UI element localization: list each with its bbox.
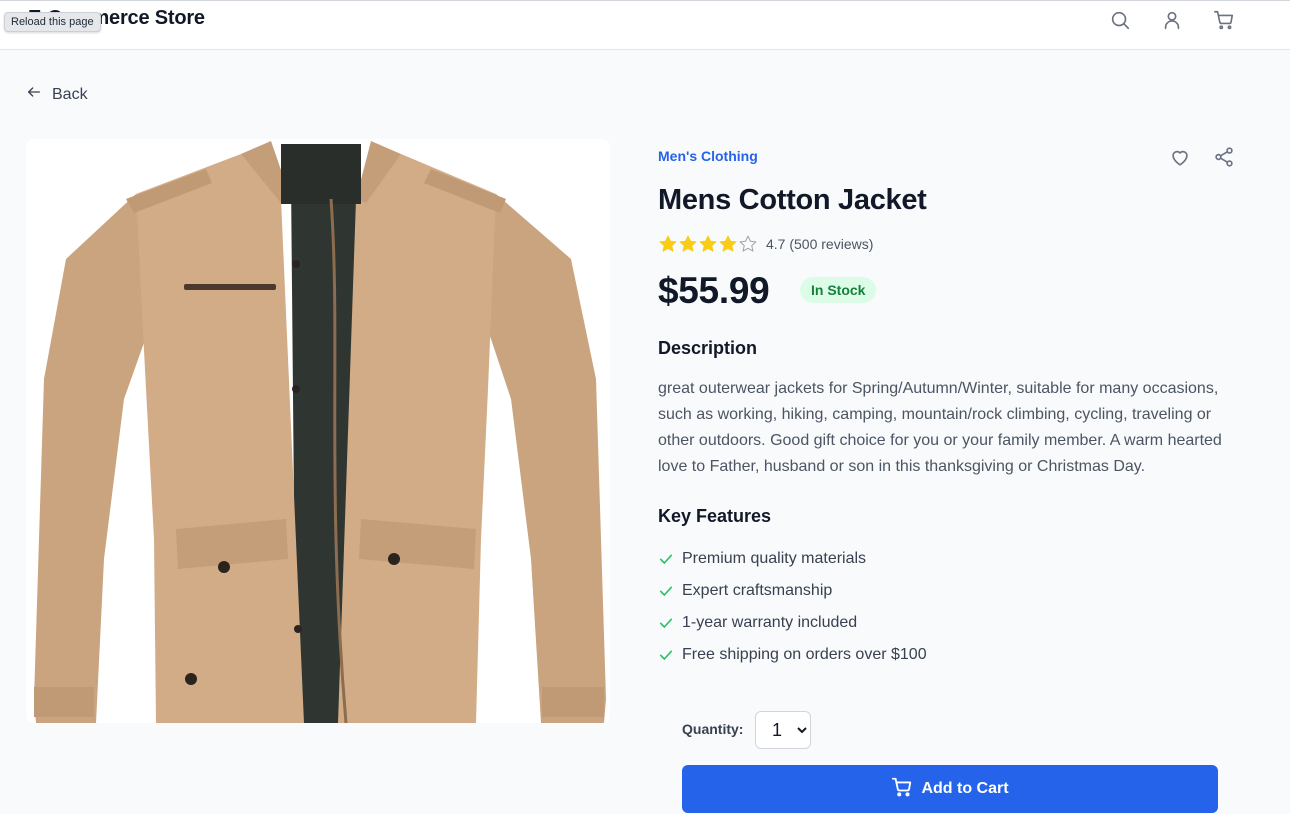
star-filled-icon bbox=[678, 234, 698, 254]
check-icon bbox=[658, 583, 674, 599]
quantity-label: Quantity: bbox=[682, 721, 744, 737]
add-to-cart-button[interactable]: Add to Cart bbox=[682, 765, 1218, 813]
star-empty-icon bbox=[738, 234, 758, 254]
cart-icon bbox=[891, 776, 913, 803]
cart-icon[interactable] bbox=[1213, 9, 1235, 31]
check-icon bbox=[658, 551, 674, 567]
key-features-heading: Key Features bbox=[658, 506, 772, 526]
top-navbar: E-Commerce Store Reload this page bbox=[0, 0, 1290, 50]
arrow-left-icon bbox=[26, 84, 42, 105]
heart-icon[interactable] bbox=[1169, 146, 1191, 168]
star-filled-icon bbox=[658, 234, 678, 254]
feature-item: Free shipping on orders over $100 bbox=[658, 639, 927, 671]
star-filled-icon bbox=[698, 234, 718, 254]
feature-text: 1-year warranty included bbox=[682, 614, 858, 631]
product-rating: 4.7 (500 reviews) bbox=[658, 234, 873, 254]
feature-item: Expert craftsmanship bbox=[658, 575, 927, 607]
check-icon bbox=[658, 615, 674, 631]
rating-summary: 4.7 (500 reviews) bbox=[766, 236, 874, 252]
product-price: $55.99 bbox=[658, 270, 770, 311]
product-title: Mens Cotton Jacket bbox=[658, 184, 927, 216]
feature-text: Premium quality materials bbox=[682, 550, 867, 567]
add-to-cart-label: Add to Cart bbox=[921, 780, 1009, 797]
reload-tooltip: Reload this page bbox=[4, 12, 101, 32]
user-icon[interactable] bbox=[1161, 9, 1183, 31]
stock-status-badge: In Stock bbox=[800, 277, 877, 303]
feature-item: 1-year warranty included bbox=[658, 607, 927, 639]
check-icon bbox=[658, 647, 674, 663]
product-category-link[interactable]: Men's Clothing bbox=[658, 148, 758, 164]
search-icon[interactable] bbox=[1109, 9, 1131, 31]
quantity-select[interactable]: 1 bbox=[755, 711, 811, 749]
feature-text: Free shipping on orders over $100 bbox=[682, 646, 927, 663]
feature-item: Premium quality materials bbox=[658, 543, 927, 575]
back-link[interactable]: Back bbox=[26, 84, 88, 105]
feature-text: Expert craftsmanship bbox=[682, 582, 833, 599]
feature-list: Premium quality materials Expert craftsm… bbox=[658, 543, 927, 671]
star-filled-icon bbox=[718, 234, 738, 254]
description-heading: Description bbox=[658, 338, 758, 358]
back-label: Back bbox=[52, 85, 88, 103]
share-icon[interactable] bbox=[1213, 146, 1235, 168]
product-description: great outerwear jackets for Spring/Autum… bbox=[658, 380, 1222, 475]
product-image bbox=[26, 139, 610, 723]
